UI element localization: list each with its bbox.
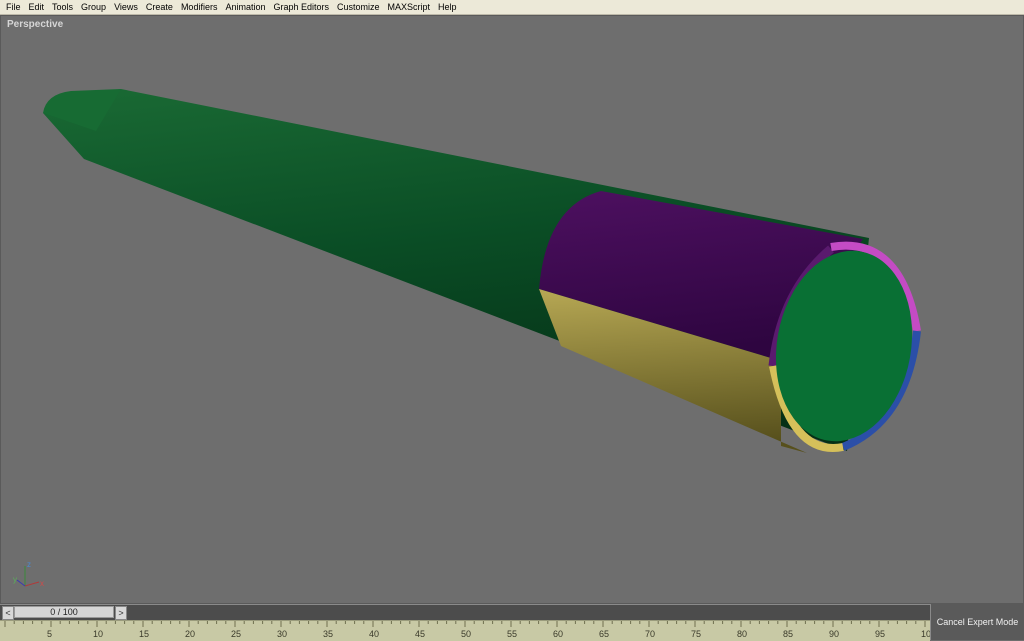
time-slider[interactable]: < 0 / 100 > bbox=[0, 604, 930, 620]
perspective-viewport[interactable]: Perspective z y x bbox=[0, 15, 1024, 604]
track-tick-label: 45 bbox=[415, 629, 425, 639]
cancel-expert-mode-button[interactable]: Cancel Expert Mode bbox=[930, 604, 1024, 640]
menu-item-maxscript[interactable]: MAXScript bbox=[384, 0, 435, 14]
menu-item-file[interactable]: File bbox=[0, 0, 25, 14]
track-tick-label: 15 bbox=[139, 629, 149, 639]
menu-item-tools[interactable]: Tools bbox=[48, 0, 77, 14]
track-tick-label: 95 bbox=[875, 629, 885, 639]
track-tick-label: 40 bbox=[369, 629, 379, 639]
track-tick-label: 5 bbox=[47, 629, 52, 639]
track-tick-label: 70 bbox=[645, 629, 655, 639]
track-tick-label: 85 bbox=[783, 629, 793, 639]
time-slider-prev-button[interactable]: < bbox=[2, 606, 14, 620]
gizmo-y-label: y bbox=[13, 575, 17, 584]
track-bar-ruler: 5 10 15 20 25 30 35 40 45 50 55 60 65 70 75 80 85 90 95 100 bbox=[4, 621, 930, 639]
track-tick-label: 90 bbox=[829, 629, 839, 639]
track-tick-label: 65 bbox=[599, 629, 609, 639]
menu-item-create[interactable]: Create bbox=[142, 0, 177, 14]
axis-gizmo-icon: z y x bbox=[13, 560, 44, 588]
menu-item-modifiers[interactable]: Modifiers bbox=[177, 0, 222, 14]
track-tick-label: 80 bbox=[737, 629, 747, 639]
track-tick-label: 10 bbox=[93, 629, 103, 639]
track-tick-label: 75 bbox=[691, 629, 701, 639]
time-slider-next-button[interactable]: > bbox=[115, 606, 127, 620]
track-tick-label: 30 bbox=[277, 629, 287, 639]
track-tick-label: 20 bbox=[185, 629, 195, 639]
menu-item-customize[interactable]: Customize bbox=[333, 0, 384, 14]
gizmo-z-label: z bbox=[27, 560, 31, 569]
cylinder-object[interactable] bbox=[1, 16, 1023, 603]
gizmo-x-label: x bbox=[40, 579, 44, 588]
menu-item-graph-editors[interactable]: Graph Editors bbox=[269, 0, 333, 14]
time-slider-thumb[interactable]: 0 / 100 bbox=[14, 606, 114, 618]
track-tick-label: 35 bbox=[323, 629, 333, 639]
track-tick-label: 25 bbox=[231, 629, 241, 639]
menu-item-edit[interactable]: Edit bbox=[25, 0, 49, 14]
track-tick-label: 50 bbox=[461, 629, 471, 639]
menu-item-views[interactable]: Views bbox=[110, 0, 142, 14]
track-tick-label: 100 bbox=[921, 629, 930, 639]
menu-item-animation[interactable]: Animation bbox=[221, 0, 269, 14]
menu-item-help[interactable]: Help bbox=[434, 0, 461, 14]
track-bar[interactable]: 5 10 15 20 25 30 35 40 45 50 55 60 65 70 75 80 85 90 95 100 bbox=[0, 620, 930, 641]
track-tick-label: 60 bbox=[553, 629, 563, 639]
menu-item-group[interactable]: Group bbox=[77, 0, 110, 14]
track-tick-label: 55 bbox=[507, 629, 517, 639]
menu-bar: File Edit Tools Group Views Create Modifiers An… bbox=[0, 0, 1024, 15]
